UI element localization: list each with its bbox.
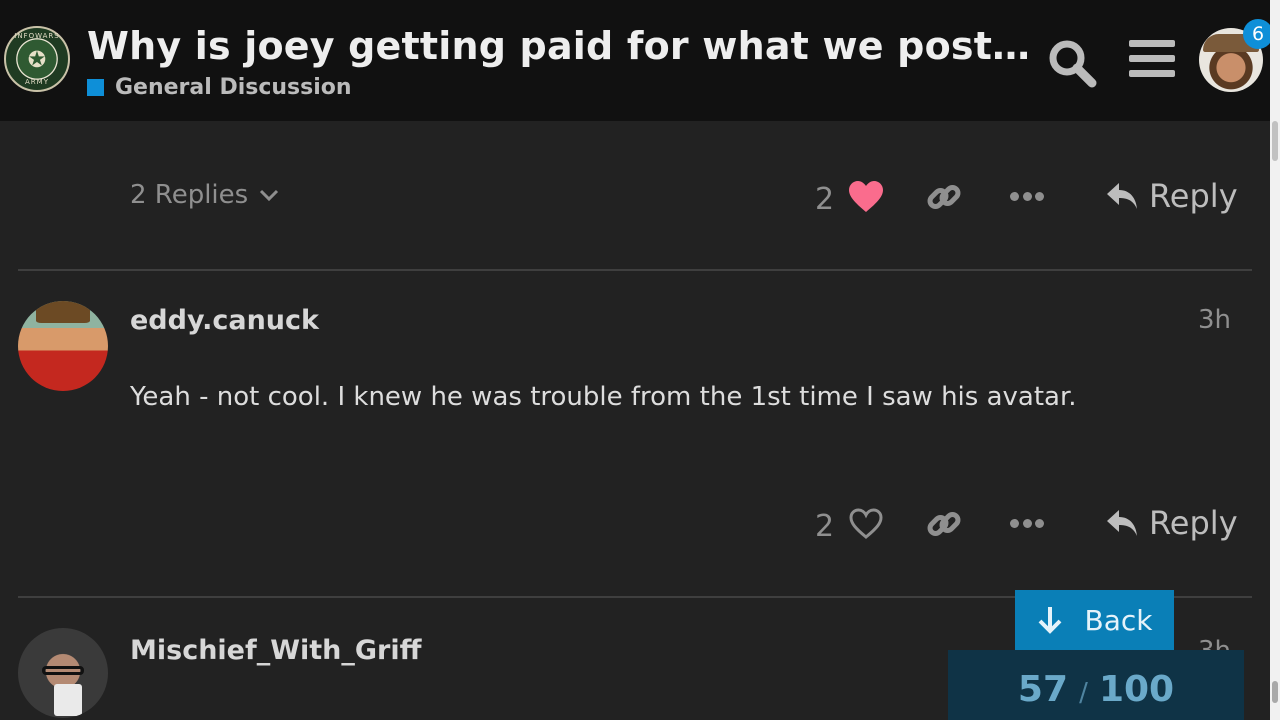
page-scrollbar[interactable] bbox=[1270, 0, 1280, 720]
scrollbar-thumb[interactable] bbox=[1272, 121, 1278, 161]
back-button[interactable]: Back bbox=[1015, 590, 1174, 650]
replies-toggle-button[interactable]: 2 Replies bbox=[130, 180, 280, 210]
topic-title[interactable]: Why is joey getting paid for what we pos… bbox=[87, 24, 1030, 68]
post-timestamp[interactable]: 3h bbox=[1198, 305, 1231, 335]
reply-arrow-icon bbox=[1107, 510, 1137, 536]
post-username[interactable]: Mischief_With_Griff bbox=[130, 635, 422, 666]
arrow-down-icon bbox=[1038, 607, 1061, 634]
reply-arrow-icon bbox=[1107, 183, 1137, 209]
reply-button[interactable]: Reply bbox=[1105, 177, 1238, 215]
user-avatar[interactable] bbox=[18, 301, 108, 391]
post-body: Yeah - not cool. I knew he was trouble f… bbox=[130, 382, 1077, 412]
progress-separator: / bbox=[1079, 678, 1088, 708]
category-color-swatch bbox=[87, 79, 104, 96]
more-options-icon[interactable] bbox=[1010, 192, 1044, 204]
avatar-glasses bbox=[42, 666, 84, 675]
link-icon[interactable] bbox=[926, 506, 962, 542]
eagle-icon: ✪ bbox=[27, 48, 47, 73]
like-count[interactable]: 2 bbox=[815, 509, 834, 544]
site-header: INFOWARS ✪ ARMY Why is joey getting paid… bbox=[0, 0, 1273, 121]
heart-outline-icon[interactable] bbox=[848, 507, 884, 541]
back-label: Back bbox=[1084, 603, 1153, 637]
scrollbar-down-arrow[interactable] bbox=[1272, 681, 1278, 703]
category-label: General Discussion bbox=[115, 75, 352, 100]
heart-filled-icon[interactable] bbox=[848, 180, 884, 214]
chevron-down-icon bbox=[260, 189, 279, 202]
topic-progress[interactable]: 57 / 100 bbox=[948, 650, 1244, 720]
search-icon[interactable] bbox=[1046, 37, 1098, 89]
more-options-icon[interactable] bbox=[1010, 519, 1044, 531]
progress-current: 57 bbox=[1017, 669, 1068, 710]
post-divider bbox=[18, 269, 1252, 271]
reply-label: Reply bbox=[1149, 504, 1238, 542]
like-count[interactable]: 2 bbox=[815, 182, 834, 217]
site-logo[interactable]: INFOWARS ✪ ARMY bbox=[4, 26, 70, 92]
avatar-mug bbox=[54, 684, 82, 716]
link-icon[interactable] bbox=[926, 179, 962, 215]
logo-text-top: INFOWARS bbox=[14, 32, 60, 40]
reply-label: Reply bbox=[1149, 177, 1238, 215]
notification-badge[interactable]: 6 bbox=[1243, 19, 1273, 49]
avatar-hat bbox=[36, 301, 90, 323]
hamburger-menu-icon[interactable] bbox=[1129, 40, 1175, 84]
reply-button[interactable]: Reply bbox=[1105, 504, 1238, 542]
replies-label: 2 Replies bbox=[130, 180, 249, 210]
user-avatar[interactable] bbox=[18, 628, 108, 718]
post-username[interactable]: eddy.canuck bbox=[130, 305, 319, 336]
logo-text-bottom: ARMY bbox=[25, 78, 49, 86]
progress-total: 100 bbox=[1098, 669, 1175, 710]
category-badge[interactable]: General Discussion bbox=[87, 75, 352, 100]
